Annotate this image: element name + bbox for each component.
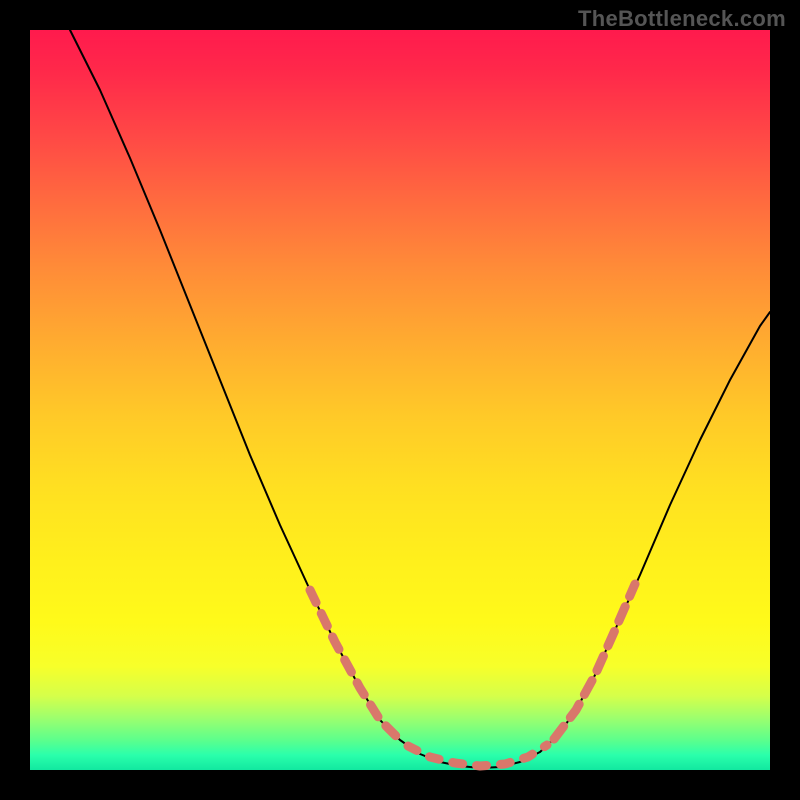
series-dotted-bottom: [408, 745, 547, 766]
series-dotted-right: [554, 584, 635, 739]
plot-area: [30, 30, 770, 770]
series-curve: [70, 30, 770, 768]
watermark-text: TheBottleneck.com: [578, 6, 786, 32]
series-dotted-left: [310, 590, 400, 740]
chart-svg: [30, 30, 770, 770]
chart-frame: TheBottleneck.com: [0, 0, 800, 800]
series-group: [70, 30, 770, 768]
